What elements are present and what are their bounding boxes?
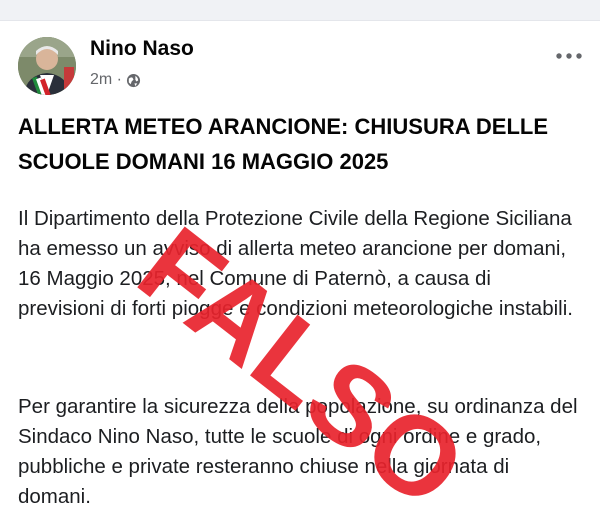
top-bar [0,0,600,21]
post-meta: 2m · [90,71,141,89]
avatar-photo [18,37,76,95]
author-name[interactable]: Nino Naso [90,37,194,61]
more-options-icon[interactable] [554,49,584,63]
facebook-post: Nino Naso 2m · ALLERTA METEO ARANCIONE: … [0,21,600,515]
post-time[interactable]: 2m · [90,71,122,89]
post-header: Nino Naso 2m · [18,35,588,97]
post-title: ALLERTA METEO ARANCIONE: CHIUSURA DELLE … [18,114,549,174]
post-paragraph-2: Per garantire la sicurezza della popolaz… [18,395,578,508]
globe-icon [126,73,141,87]
avatar[interactable] [18,37,76,95]
post-paragraph-1: Il Dipartimento della Protezione Civile … [18,207,573,320]
